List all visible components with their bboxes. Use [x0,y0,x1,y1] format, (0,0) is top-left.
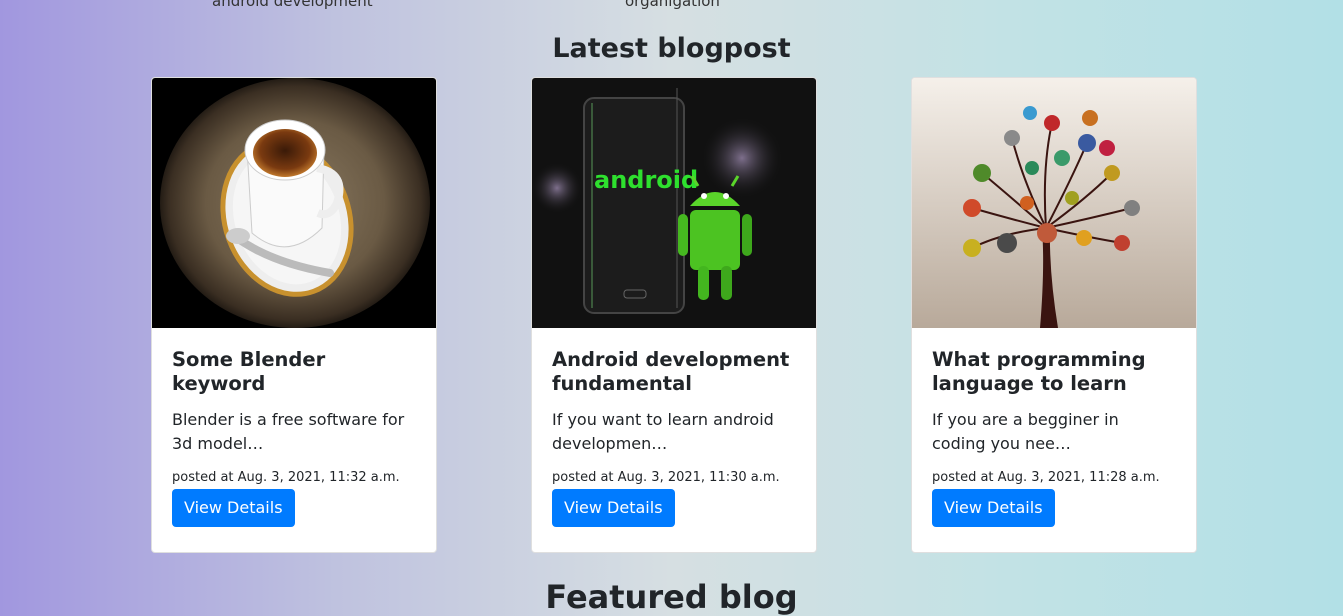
post-title[interactable]: Android development fundamental [552,348,796,396]
post-excerpt: Blender is a free software for 3d model… [172,410,405,453]
post-date: posted at Aug. 3, 2021, 11:28 a.m. [932,470,1160,485]
view-details-button[interactable]: View Details [932,489,1055,527]
social-media-tree-image[interactable] [912,78,1196,328]
view-details-button[interactable]: View Details [552,489,675,527]
post-date: posted at Aug. 3, 2021, 11:32 a.m. [172,470,400,485]
featured-blog-heading: Featured blog [545,578,798,616]
post-date: posted at Aug. 3, 2021, 11:30 a.m. [552,470,780,485]
post-excerpt: If you are a begginer in coding you nee… [932,410,1119,453]
view-details-button[interactable]: View Details [172,489,295,527]
blog-card: android Android development fundamental … [531,77,817,553]
blog-card: Some Blender keyword Blender is a free s… [151,77,437,553]
android-logo-text: android [594,166,698,194]
top-center-text: organigation [625,0,720,10]
coffee-cup-image[interactable] [152,78,436,328]
top-left-text: android development [212,0,373,10]
android-robot-image[interactable]: android [532,78,816,328]
post-title[interactable]: Some Blender keyword [172,348,416,396]
post-title[interactable]: What programming language to learn [932,348,1176,396]
latest-blogpost-heading: Latest blogpost [552,33,791,64]
post-excerpt: If you want to learn android developmen… [552,410,774,453]
blog-card: What programming language to learn If yo… [911,77,1197,553]
